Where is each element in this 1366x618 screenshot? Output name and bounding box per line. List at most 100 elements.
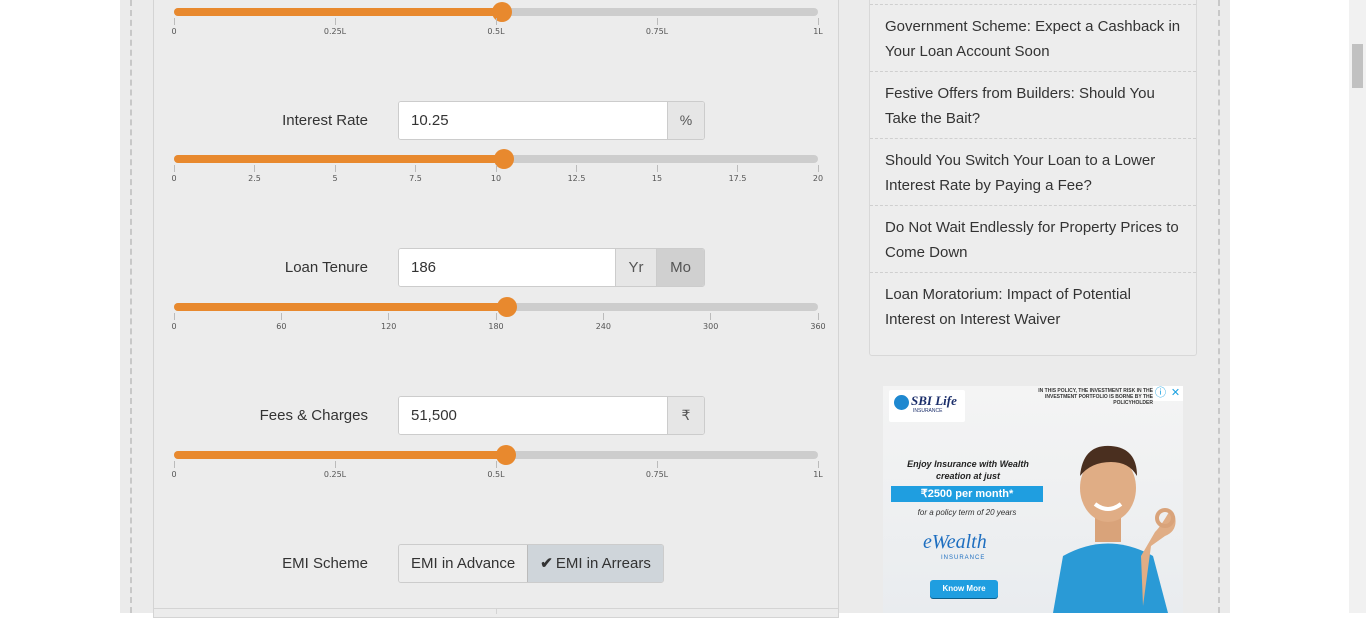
slider-tick-mark bbox=[495, 165, 497, 172]
slider-tick-label: 17.5 bbox=[728, 174, 747, 183]
loan-amount-ticks: 0 0.25L 0.5L 0.75L 1L bbox=[171, 18, 823, 40]
page-scrollbar[interactable] bbox=[1349, 0, 1366, 613]
interest-rate-input-group: 10.25 % bbox=[398, 101, 705, 140]
slider-tick-label: 20 bbox=[812, 174, 824, 183]
slider-tick-label: 15 bbox=[651, 174, 663, 183]
sbi-logo-icon bbox=[894, 395, 909, 410]
slider-tick: 17.5 bbox=[718, 165, 758, 183]
slider-tick: 0 bbox=[154, 313, 194, 331]
article-link[interactable]: Loan Moratorium: Impact of Potential Int… bbox=[870, 282, 1196, 332]
slider-tick: 20 bbox=[798, 165, 838, 183]
slider-tick-label: 0.25L bbox=[323, 27, 347, 36]
article-divider bbox=[870, 138, 1196, 139]
slider-tick-mark bbox=[334, 18, 336, 25]
slider-tick-label: 0.75L bbox=[645, 27, 669, 36]
slider-tick: 360 bbox=[798, 313, 838, 331]
loan-tenure-slider[interactable] bbox=[174, 297, 818, 317]
interest-rate-input[interactable]: 10.25 bbox=[399, 102, 667, 139]
ad-disclaimer: IN THIS POLICY, THE INVESTMENT RISK IN T… bbox=[1038, 388, 1153, 406]
interest-rate-label: Interest Rate bbox=[282, 112, 368, 129]
slider-tick-label: 0 bbox=[171, 174, 177, 183]
fees-charges-slider[interactable] bbox=[174, 445, 818, 465]
emi-scheme-label: EMI Scheme bbox=[282, 555, 368, 572]
slider-tick-label: 2.5 bbox=[248, 174, 261, 183]
fees-charges-slider-fill bbox=[174, 451, 506, 459]
slider-tick-mark bbox=[817, 18, 819, 25]
ad-price: ₹2500 per month* bbox=[891, 486, 1043, 502]
slider-tick-label: 180 bbox=[488, 322, 504, 331]
ad-product-name: eWealth bbox=[923, 531, 987, 553]
tenure-year-button[interactable]: Yr bbox=[615, 249, 656, 286]
slider-tick-label: 0.25L bbox=[323, 470, 347, 479]
emi-scheme-toggle: EMI in Advance ✔ EMI in Arrears bbox=[398, 544, 664, 583]
slider-tick-mark bbox=[710, 313, 712, 320]
emi-in-arrears-label: EMI in Arrears bbox=[555, 555, 651, 572]
slider-tick-label: 1L bbox=[813, 27, 823, 36]
slider-tick-label: 60 bbox=[276, 322, 287, 331]
slider-tick: 300 bbox=[691, 313, 731, 331]
slider-tick: 0.75L bbox=[637, 461, 677, 479]
loan-tenure-ticks: 0 60 120 180 240 300 360 bbox=[171, 313, 826, 335]
emi-in-advance-button[interactable]: EMI in Advance bbox=[399, 545, 528, 582]
slider-tick-mark bbox=[656, 461, 658, 468]
slider-tick-label: 7.5 bbox=[409, 174, 422, 183]
slider-tick-mark bbox=[334, 165, 336, 172]
ad-brand: SBI Life bbox=[911, 393, 957, 408]
slider-tick: 0 bbox=[154, 165, 194, 183]
article-link[interactable]: Government Scheme: Expect a Cashback in … bbox=[870, 14, 1196, 64]
article-link[interactable]: Do Not Wait Endlessly for Property Price… bbox=[870, 215, 1196, 265]
slider-tick-mark bbox=[254, 165, 255, 172]
sbi-life-logo: SBI Life INSURANCE bbox=[889, 390, 965, 422]
slider-tick: 0.5L bbox=[476, 18, 516, 36]
slider-tick: 2.5 bbox=[235, 165, 275, 183]
ad-brand-sub: INSURANCE bbox=[913, 408, 943, 414]
ad-choices: ⓘ ✕ bbox=[1153, 386, 1183, 401]
fees-charges-input[interactable]: 51,500 bbox=[399, 397, 667, 434]
slider-tick-label: 0.5L bbox=[487, 27, 505, 36]
loan-tenure-input[interactable]: 186 bbox=[399, 249, 615, 286]
slider-tick-mark bbox=[495, 18, 497, 25]
slider-tick: 7.5 bbox=[396, 165, 436, 183]
slider-tick-mark bbox=[415, 165, 416, 172]
slider-tick-mark bbox=[817, 313, 819, 320]
emi-in-arrears-button[interactable]: ✔ EMI in Arrears bbox=[527, 545, 663, 582]
slider-tick-label: 0 bbox=[171, 322, 177, 331]
right-dashed-border bbox=[1218, 0, 1220, 613]
slider-tick-mark bbox=[576, 165, 577, 172]
slider-tick: 60 bbox=[261, 313, 301, 331]
slider-tick: 1L bbox=[798, 18, 838, 36]
loan-tenure-label: Loan Tenure bbox=[284, 259, 368, 276]
slider-tick: 240 bbox=[583, 313, 623, 331]
left-dashed-border bbox=[130, 0, 132, 613]
ad-person-image bbox=[1053, 445, 1176, 613]
scrollbar-thumb[interactable] bbox=[1352, 44, 1363, 88]
slider-tick-mark bbox=[334, 461, 336, 468]
loan-amount-slider[interactable] bbox=[174, 2, 818, 22]
slider-tick-label: 0.75L bbox=[645, 470, 669, 479]
slider-tick-mark bbox=[173, 165, 175, 172]
tenure-month-button[interactable]: Mo bbox=[656, 249, 704, 286]
slider-tick-label: 120 bbox=[381, 322, 397, 331]
slider-tick-mark bbox=[656, 165, 658, 172]
calculator-bottom-divider-tick bbox=[496, 608, 497, 614]
loan-tenure-slider-fill bbox=[174, 303, 507, 311]
interest-rate-slider[interactable] bbox=[174, 149, 818, 169]
know-more-button[interactable]: Know More bbox=[930, 580, 998, 598]
slider-tick-mark bbox=[173, 313, 175, 320]
slider-tick: 12.5 bbox=[557, 165, 597, 183]
slider-tick: 15 bbox=[637, 165, 677, 183]
article-divider bbox=[870, 4, 1196, 5]
ad-term: for a policy term of 20 years bbox=[917, 508, 1017, 517]
slider-tick-label: 12.5 bbox=[567, 174, 586, 183]
ad-close-icon[interactable]: ✕ bbox=[1168, 386, 1183, 401]
article-divider bbox=[870, 71, 1196, 72]
sbi-life-advertisement[interactable]: SBI Life INSURANCE IN THIS POLICY, THE I… bbox=[883, 386, 1183, 613]
slider-tick-label: 0.5L bbox=[487, 470, 505, 479]
slider-tick: 0 bbox=[154, 18, 194, 36]
slider-tick-mark bbox=[737, 165, 738, 172]
ad-info-icon[interactable]: ⓘ bbox=[1153, 386, 1168, 401]
slider-tick-label: 0 bbox=[171, 27, 177, 36]
slider-tick: 10 bbox=[476, 165, 516, 183]
article-link[interactable]: Should You Switch Your Loan to a Lower I… bbox=[870, 148, 1196, 198]
article-link[interactable]: Festive Offers from Builders: Should You… bbox=[870, 81, 1196, 131]
